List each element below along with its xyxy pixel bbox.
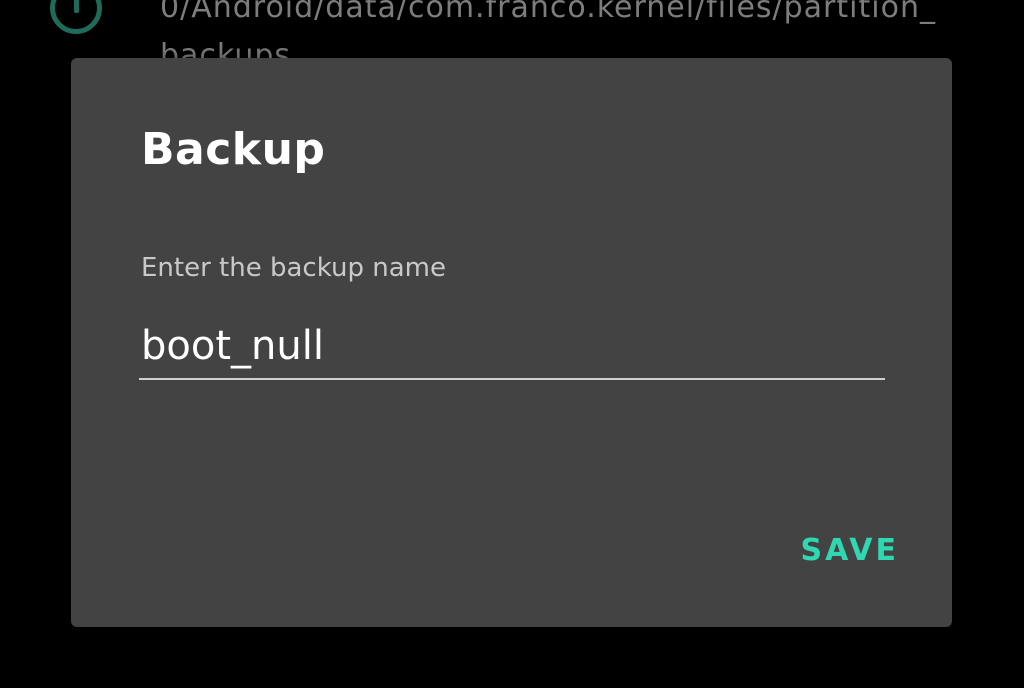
backup-name-input[interactable]: [139, 314, 885, 380]
screen: 0/Android/data/com.franco.kernel/files/p…: [0, 0, 1024, 688]
info-icon: [50, 0, 102, 34]
backup-dialog: Backup Enter the backup name SAVE: [71, 58, 952, 627]
save-button[interactable]: SAVE: [759, 524, 899, 576]
dialog-title: Backup: [141, 124, 326, 175]
backup-name-label: Enter the backup name: [141, 253, 446, 283]
